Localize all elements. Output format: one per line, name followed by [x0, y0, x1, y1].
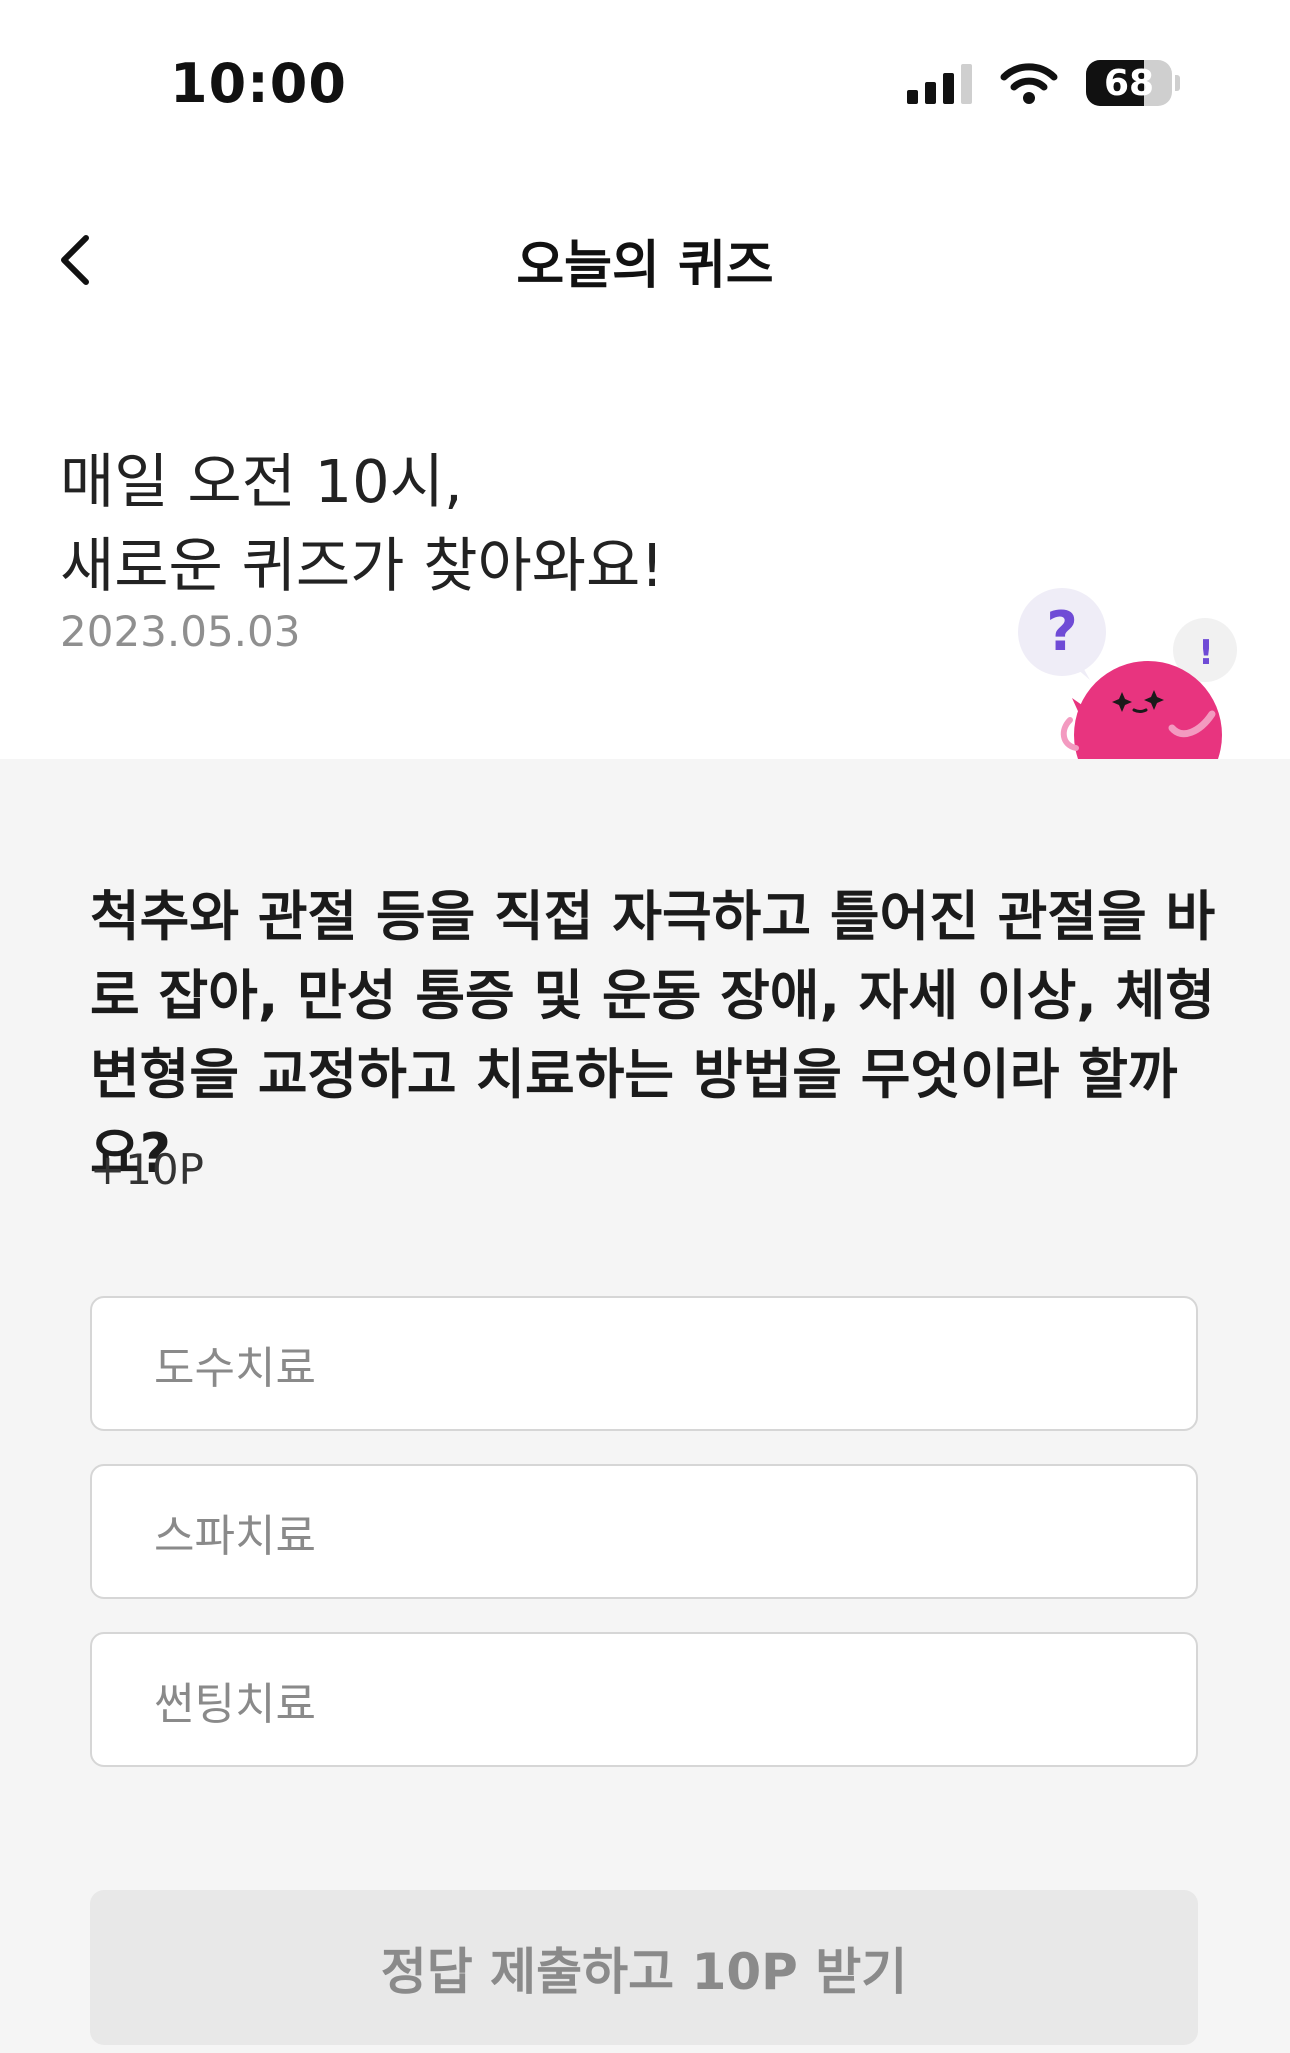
- hero-headline: 매일 오전 10시, 새로운 퀴즈가 찾아와요!: [60, 440, 664, 608]
- mascot-exclamation: !: [1198, 633, 1214, 673]
- battery-icon: 68: [1086, 60, 1180, 106]
- answer-option-label: 썬팅치료: [154, 1678, 316, 1730]
- status-time: 10:00: [170, 52, 347, 115]
- answer-option-label: 스파치료: [154, 1510, 316, 1562]
- battery-percentage: 68: [1103, 62, 1155, 104]
- page-title: 오늘의 퀴즈: [516, 236, 774, 296]
- mascot-illustration: ? !: [1018, 588, 1237, 759]
- wifi-icon: [1000, 63, 1058, 104]
- cellular-signal-icon: [907, 62, 972, 104]
- quiz-date: 2023.05.03: [60, 607, 301, 656]
- submit-answer-button[interactable]: 정답 제출하고 10P 받기: [90, 1890, 1198, 2045]
- hero-line-1: 매일 오전 10시,: [60, 447, 463, 516]
- quiz-question: 척추와 관절 등을 직접 자극하고 틀어진 관절을 바로 잡아, 만성 통증 및…: [90, 885, 1216, 1185]
- quiz-points: +10P: [90, 1145, 204, 1194]
- answer-option-1[interactable]: 도수치료: [90, 1296, 1198, 1431]
- status-icons: 68: [907, 60, 1180, 106]
- answer-option-2[interactable]: 스파치료: [90, 1464, 1198, 1599]
- hero-line-2: 새로운 퀴즈가 찾아와요!: [60, 531, 664, 600]
- answer-option-label: 도수치료: [154, 1342, 316, 1394]
- mascot-question-mark: ?: [1046, 600, 1077, 663]
- submit-answer-label: 정답 제출하고 10P 받기: [380, 1942, 908, 2001]
- answer-option-3[interactable]: 썬팅치료: [90, 1632, 1198, 1767]
